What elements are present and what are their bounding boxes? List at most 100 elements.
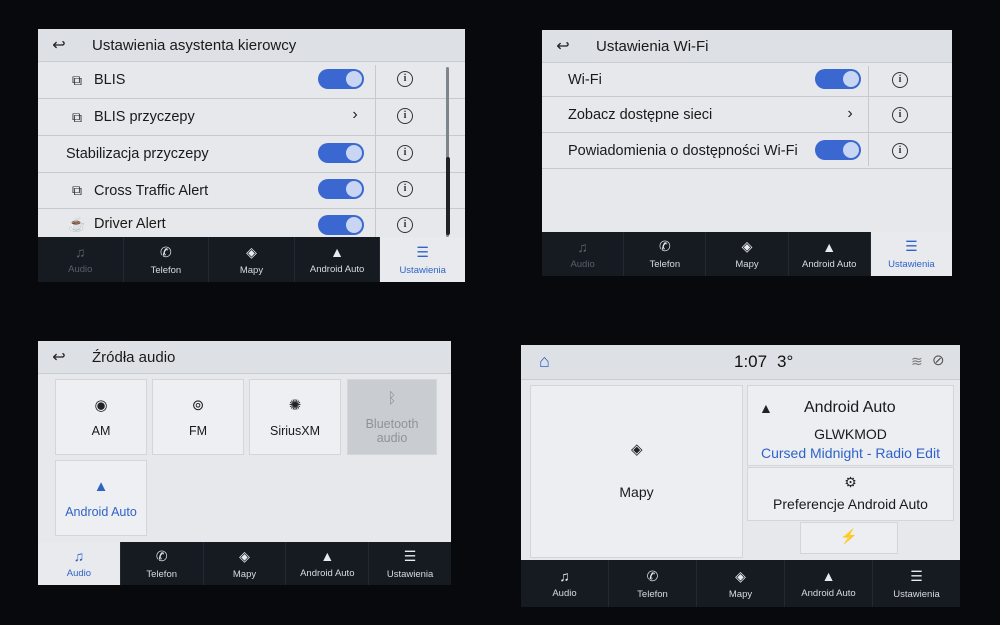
setting-label: Cross Traffic Alert <box>94 182 209 199</box>
nav-label: Android Auto <box>300 568 355 579</box>
info-icon[interactable]: i <box>397 181 413 197</box>
status-bar: ⌂ 1:07 3° ≋ ⊘ <box>521 345 960 380</box>
coffee-icon: ☕ <box>68 215 86 232</box>
chevron-right-icon[interactable]: › <box>347 106 363 124</box>
music-note-icon: ♫ <box>559 568 570 584</box>
scrollbar[interactable] <box>445 67 450 237</box>
wifi-screen: ↩ Ustawienia Wi-Fi Wi-Fi Zobacz dostępne… <box>542 30 952 276</box>
android-auto-icon: ▲ <box>759 400 773 416</box>
artist-name: GLWKMOD <box>814 426 887 442</box>
wifi-header: ↩ Ustawienia Wi-Fi <box>542 30 952 63</box>
nav-phone[interactable]: ✆ Telefon <box>124 237 210 282</box>
nav-android-auto[interactable]: ▲ Android Auto <box>785 560 873 607</box>
nav-settings[interactable]: ☰ Ustawienia <box>369 542 451 585</box>
back-button[interactable]: ↩ <box>46 35 72 55</box>
chevron-right-icon[interactable]: › <box>842 105 858 123</box>
sliders-icon: ☰ <box>910 567 923 584</box>
source-tile-am[interactable]: ◉ AM <box>55 379 147 455</box>
nav-maps[interactable]: ◈ Mapy <box>209 237 295 282</box>
android-auto-media-card[interactable]: ▲ Android Auto GLWKMOD Cursed Midnight -… <box>747 385 954 466</box>
tile-label: AM <box>91 424 111 438</box>
nav-maps[interactable]: ◈ Mapy <box>706 232 789 276</box>
nav-audio[interactable]: ♫ Audio <box>542 232 625 276</box>
nav-audio[interactable]: ♫ Audio <box>38 542 121 585</box>
android-auto-icon: ▲ <box>93 477 109 495</box>
maps-label: Mapy <box>619 484 654 500</box>
nav-android-auto[interactable]: ▲ Android Auto <box>789 232 871 276</box>
setting-label: Wi-Fi <box>568 71 602 88</box>
info-icon[interactable]: i <box>397 71 413 87</box>
wifi-notifications-toggle[interactable] <box>815 140 861 160</box>
nav-settings[interactable]: ☰ Ustawienia <box>873 560 960 607</box>
tile-label: Bluetooth audio <box>365 416 419 445</box>
music-note-icon: ♫ <box>75 244 86 260</box>
trailer-stability-toggle[interactable] <box>318 143 364 163</box>
nav-maps[interactable]: ◈ Mapy <box>697 560 785 607</box>
nav-label: Mapy <box>735 259 759 270</box>
phone-icon: ✆ <box>160 243 172 260</box>
nav-phone[interactable]: ✆ Telefon <box>121 542 204 585</box>
info-icon[interactable]: i <box>397 145 413 161</box>
android-auto-icon: ▲ <box>320 548 335 564</box>
info-icon[interactable]: i <box>397 217 413 233</box>
setting-row-available-networks[interactable]: Zobacz dostępne sieci <box>542 97 952 133</box>
android-auto-title: Android Auto <box>804 399 896 416</box>
bottom-nav: ♫ Audio ✆ Telefon ◈ Mapy ▲ Android Auto ☰ Ust… <box>38 237 465 282</box>
gear-icon: ⚙ <box>844 474 857 490</box>
scrollbar-thumb[interactable] <box>445 157 450 235</box>
nav-maps[interactable]: ◈ Mapy <box>204 542 287 585</box>
maps-card[interactable]: ◈ Mapy <box>530 385 743 558</box>
info-icon[interactable]: i <box>892 72 908 88</box>
cross-traffic-toggle[interactable] <box>318 179 364 199</box>
nav-audio[interactable]: ♫ Audio <box>38 237 124 282</box>
phone-icon: ✆ <box>658 238 671 254</box>
siriusxm-icon: ✺ <box>288 397 302 414</box>
navigation-icon: ◈ <box>735 567 746 584</box>
disconnect-icon: ⚡ <box>840 528 858 544</box>
home-screen: ⌂ 1:07 3° ≋ ⊘ ◈ Mapy ▲ Android Auto GLWK… <box>521 345 960 607</box>
nav-audio[interactable]: ♫ Audio <box>521 560 609 607</box>
source-tile-siriusxm[interactable]: ✺ SiriusXM <box>249 379 341 455</box>
info-icon[interactable]: i <box>892 143 908 159</box>
nav-android-auto[interactable]: ▲ Android Auto <box>286 542 370 585</box>
no-signal-icon: ⊘ <box>932 352 945 369</box>
bluetooth-icon: ᛒ <box>387 389 397 407</box>
source-tile-fm[interactable]: ⊚ FM <box>152 379 244 455</box>
disconnect-button[interactable]: ⚡ <box>800 522 898 554</box>
android-auto-icon: ▲ <box>822 238 837 255</box>
nav-phone[interactable]: ✆ Telefon <box>624 232 707 276</box>
nav-label: Android Auto <box>309 264 365 275</box>
blis-icon: ⧉ <box>72 71 82 88</box>
info-icon[interactable]: i <box>892 107 908 123</box>
tile-label: FM <box>188 424 208 438</box>
nav-label: Audio <box>552 588 577 599</box>
nav-android-auto[interactable]: ▲ Android Auto <box>295 237 381 282</box>
setting-label: Stabilizacja przyczepy <box>66 146 209 162</box>
navigation-icon: ◈ <box>239 547 250 564</box>
blis-toggle[interactable] <box>318 69 364 89</box>
nav-settings[interactable]: ☰ Ustawienia <box>380 237 465 282</box>
nav-settings[interactable]: ☰ Ustawienia <box>870 232 952 276</box>
nav-phone[interactable]: ✆ Telefon <box>609 560 697 607</box>
android-auto-icon: ▲ <box>330 244 344 260</box>
info-icon[interactable]: i <box>397 108 413 124</box>
divider <box>868 66 869 166</box>
bottom-nav: ♫ Audio ✆ Telefon ◈ Mapy ▲ Android Auto ☰ Ust… <box>542 232 952 276</box>
driver-alert-toggle[interactable] <box>318 215 364 235</box>
wifi-toggle[interactable] <box>815 69 861 89</box>
back-button[interactable]: ↩ <box>46 347 72 367</box>
nav-label: Ustawienia <box>386 568 434 580</box>
back-button[interactable]: ↩ <box>550 36 576 56</box>
sliders-icon: ☰ <box>403 547 417 564</box>
audio-sources-screen: ↩ Źródła audio ◉ AM ⊚ FM ✺ SiriusXM ᛒ Bl… <box>38 341 451 585</box>
home-icon[interactable]: ⌂ <box>539 351 550 372</box>
phone-icon: ✆ <box>155 547 168 564</box>
android-auto-preferences-card[interactable]: ⚙ Preferencje Android Auto <box>747 467 954 521</box>
tile-label: Android Auto <box>65 504 137 519</box>
setting-row-wifi-notifications[interactable]: Powiadomienia o dostępności Wi-Fi <box>542 133 952 169</box>
setting-row-wifi[interactable]: Wi-Fi <box>542 63 952 97</box>
preferences-label: Preferencje Android Auto <box>773 496 928 512</box>
source-tile-android-auto[interactable]: ▲ Android Auto <box>55 460 147 536</box>
radio-antenna-icon: ⊚ <box>191 397 205 414</box>
nav-label: Telefon <box>649 259 681 270</box>
